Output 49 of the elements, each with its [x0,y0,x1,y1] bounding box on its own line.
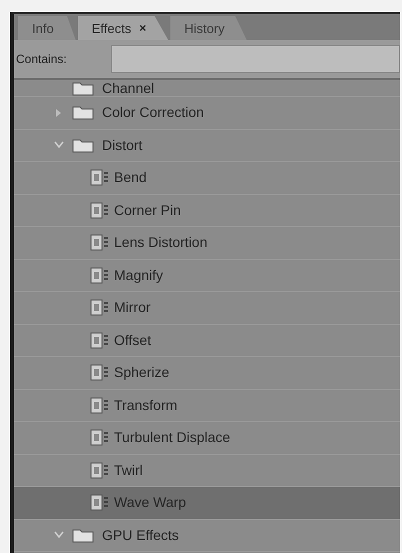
tree-row[interactable]: Corner Pin [14,194,400,227]
effect-label: Transform [114,398,178,413]
effect-icon [90,429,110,446]
effect-label: Twirl [114,462,143,478]
tree-row[interactable]: Distort [14,130,400,162]
folder-icon [72,105,94,120]
tree-row[interactable]: Bend [14,162,400,194]
folder-label: GPU Effects [102,528,179,543]
folder-label: Channel [102,80,154,96]
effect-icon [90,462,110,479]
effect-label: Magnify [114,268,164,283]
tree-row[interactable]: Magnify [14,260,400,292]
search-field[interactable] [110,45,400,73]
folder-icon [72,528,94,543]
effect-icon [90,234,110,252]
effect-icon [90,396,110,414]
effect-label: Spherize [114,365,170,380]
effect-label: Mirror [114,300,151,316]
effect-icon [90,169,110,186]
tree-row[interactable]: Color Correction [14,97,400,130]
tree-row[interactable]: Lens Distortion [14,227,400,260]
effect-label: Turbulent Displace [114,430,230,446]
effect-label: Offset [114,332,152,348]
effect-icon [90,364,110,382]
effect-icon [90,299,110,316]
tree-row[interactable]: Wave Warp [14,487,400,520]
tree-row[interactable]: Spherize [14,357,400,390]
tree-row[interactable]: Transform [14,390,400,422]
effect-label: Wave Warp [114,495,186,510]
effect-icon [90,332,110,349]
folder-label: Color Correction [102,105,204,120]
effect-label: Bend [114,170,147,186]
panel-tab[interactable]: Info [18,16,76,40]
close-icon[interactable]: × [139,21,146,35]
folder-label: Distort [102,138,142,153]
panel-tab[interactable]: Effects × [78,16,168,40]
folder-icon [72,138,94,153]
effect-icon [90,494,110,512]
effect-label: Lens Distortion [114,235,208,250]
tree-row[interactable]: Mirror [14,292,400,324]
tree-row[interactable]: Turbulent Displace [14,422,400,454]
panel-tab[interactable]: History [170,16,247,40]
effect-icon [90,202,110,219]
tree-row[interactable]: Channel [14,80,400,97]
tree-row[interactable]: GPU Effects [14,520,400,552]
tree-row[interactable]: Offset [14,324,400,357]
search-label: Contains: [15,52,67,66]
effect-label: Corner Pin [114,202,181,218]
effect-icon [90,266,110,284]
